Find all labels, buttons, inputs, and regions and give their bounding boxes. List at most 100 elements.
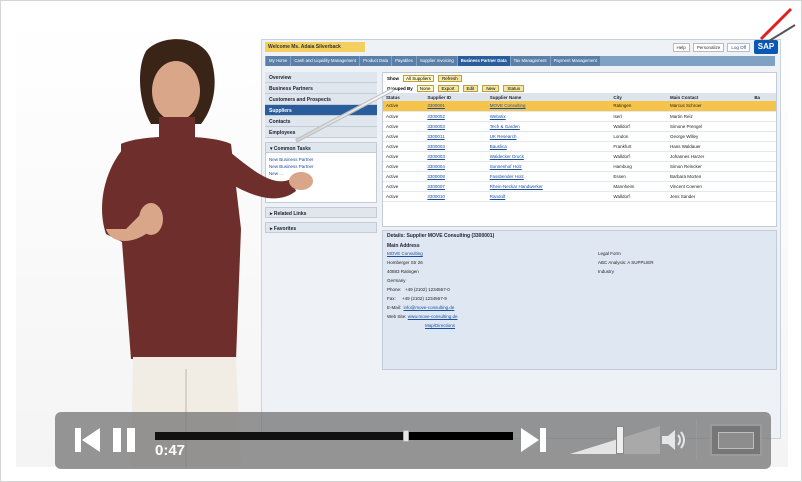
corner-pointer-icon <box>759 7 796 42</box>
progress-track[interactable] <box>155 430 513 442</box>
table-cell: Tech & Garden <box>486 121 611 132</box>
table-cell: Iserl <box>610 111 667 122</box>
status-button: Status <box>503 84 525 92</box>
table-cell: 3300011 <box>424 131 487 142</box>
col-header: Main Contact <box>666 93 752 101</box>
table-cell: Simone Prengel <box>666 121 752 132</box>
table-row: Active 3300008 Fassbender Holz Essen Barbara… <box>383 171 776 182</box>
table-cell <box>751 171 776 182</box>
refresh-button: Refresh <box>438 74 462 82</box>
table-cell: Jens Sander <box>666 191 752 202</box>
table-cell: Active <box>383 191 425 202</box>
table-cell: Simon Reincker <box>666 161 752 172</box>
table-cell: 3300002 <box>424 111 487 122</box>
table-cell: Ratingen <box>610 101 667 112</box>
table-cell: 3300004 <box>424 161 487 172</box>
details-right: Legal Form ABC Analysis: A SUPPLIER Indu… <box>598 249 654 276</box>
progress-thumb[interactable] <box>402 430 409 442</box>
tab-payables: Payables <box>392 56 416 66</box>
edit-button: Edit <box>462 84 479 92</box>
detail-line: Germany <box>387 278 406 283</box>
table-cell <box>751 131 776 142</box>
details-title: Details: Supplier MOVE Consulting (33000… <box>387 233 495 239</box>
help-link: Help <box>672 43 690 52</box>
col-header: Supplier Name <box>486 93 611 101</box>
personalize-link: Personalize <box>692 43 725 52</box>
table-cell: Waldecker Druck <box>486 151 611 162</box>
table-row: Active 3300004 Sonnenhof Holz Hamburg Simon … <box>383 161 776 172</box>
show-select: All Suppliers <box>403 74 435 82</box>
tab-bar: My Home Cash and Liquidity Management Pr… <box>265 56 775 66</box>
detail-line: Homberger Str 26 <box>387 260 423 265</box>
map-link: Map/Directions <box>425 323 456 328</box>
table-row: Active 3300011 UK Research London George Wil… <box>383 131 776 142</box>
tab-tax: Tax Management <box>510 56 550 66</box>
detail-line: MOVE Consulting <box>387 251 423 256</box>
fullscreen-button[interactable] <box>710 424 762 456</box>
table-cell: 3300003 <box>424 121 487 132</box>
new-button: New <box>482 84 500 92</box>
table-cell: Hans Waldauer <box>666 141 752 152</box>
detail-email: E-Mail: info@move-consulting.de <box>387 305 455 310</box>
skip-back-icon[interactable] <box>75 428 101 452</box>
table-cell: Walldorf <box>610 121 667 132</box>
table-cell: Webstix <box>486 111 611 122</box>
col-header: City <box>610 93 667 101</box>
table-cell: Barbara Morten <box>666 171 752 182</box>
grouped-select: None <box>416 84 434 92</box>
table-cell: Randolf <box>486 191 611 202</box>
detail-abc: ABC Analysis: A SUPPLIER <box>598 260 654 265</box>
presenter-figure <box>102 39 313 467</box>
table-row: Active 3300003 Bauslica Frankfurt Hans Walda… <box>383 141 776 152</box>
table-cell: 3300007 <box>424 181 487 192</box>
table-cell: Essen <box>610 171 667 182</box>
elapsed-time: 0:47 <box>155 442 186 459</box>
table-cell: Martin Reiz <box>666 111 752 122</box>
detail-phone: Phone: +49 (2102) 1234567-0 <box>387 287 450 292</box>
detail-industry: Industry <box>598 269 615 274</box>
top-links: Help Personalize Log Off <box>672 43 750 52</box>
table-row: Active 3300010 Randolf Walldorf Jens Sander <box>383 191 776 202</box>
table-cell: 3300003 <box>424 151 487 162</box>
table-cell: Fassbender Holz <box>486 171 611 182</box>
skip-forward-icon[interactable] <box>521 428 547 452</box>
table-cell: London <box>610 131 667 142</box>
table-cell: Walldorf <box>610 151 667 162</box>
table-cell <box>751 101 776 112</box>
table-row: Active 3300001 MOVE Consulting Ratingen Marc… <box>383 101 776 112</box>
grid-toolbar-2: Grouped By None Export Edit New Status <box>383 83 776 93</box>
table-cell <box>751 191 776 202</box>
table-cell: 3300010 <box>424 191 487 202</box>
volume-thumb[interactable] <box>615 426 624 454</box>
table-cell <box>751 141 776 152</box>
tab-product-data: Product Data <box>360 56 392 66</box>
detail-fax: Fax: +49 (2102) 1234567-9 <box>387 296 447 301</box>
col-header: Status <box>383 93 425 101</box>
table-cell: Bauslica <box>486 141 611 152</box>
table-cell: 3300008 <box>424 171 487 182</box>
table-cell: Johannes Harzer <box>666 151 752 162</box>
grid-toolbar-1: Show All Suppliers Refresh <box>383 73 776 83</box>
table-cell: UK Research <box>486 131 611 142</box>
table-cell: Hamburg <box>610 161 667 172</box>
table-cell: Vincent Coenen <box>666 181 752 192</box>
show-label: Show <box>387 75 399 81</box>
speaker-icon[interactable] <box>660 429 688 451</box>
table-cell: MOVE Consulting <box>486 101 611 112</box>
table-cell <box>751 121 776 132</box>
table-row: Active 3300007 Rhein-Neckar Handwerker Mann… <box>383 181 776 192</box>
table-cell: 3300001 <box>424 101 487 112</box>
table-cell: George Willey <box>666 131 752 142</box>
export-button: Export <box>437 84 459 92</box>
tab-payment: Payment Management <box>550 56 600 66</box>
supplier-grid: Show All Suppliers Refresh Grouped By No… <box>382 72 777 227</box>
pause-icon[interactable] <box>113 428 137 452</box>
logoff-link: Log Off <box>727 43 750 52</box>
table-cell: Sonnenhof Holz <box>486 161 611 172</box>
detail-legal-form: Legal Form <box>598 251 621 256</box>
col-header: Supplier ID <box>424 93 487 101</box>
sap-screen: Welcome Ms. Adaia Silverback Help Person… <box>261 39 781 439</box>
table-cell: Active <box>383 171 425 182</box>
detail-web: Web Site: www.move-consulting.de <box>387 314 458 319</box>
video-area[interactable]: Welcome Ms. Adaia Silverback Help Person… <box>16 19 788 467</box>
